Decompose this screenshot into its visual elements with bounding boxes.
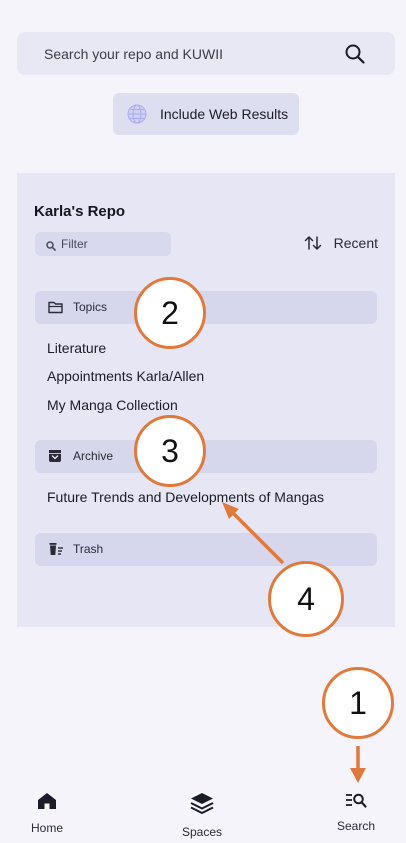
nav-spaces[interactable]: Spaces [176, 792, 228, 839]
nav-home-label: Home [30, 821, 63, 835]
callout-2: 2 [134, 277, 206, 349]
layers-icon [190, 793, 214, 818]
sort-label: Recent [333, 235, 378, 251]
bottom-nav: Home Spaces Search [0, 780, 406, 843]
globe-icon [127, 104, 147, 129]
section-topics[interactable]: Topics [35, 291, 377, 324]
home-icon [37, 793, 57, 814]
list-item[interactable]: My Manga Collection [47, 397, 178, 413]
archive-icon [48, 449, 62, 468]
list-item[interactable]: Literature [47, 340, 106, 356]
nav-home[interactable]: Home [27, 792, 67, 835]
section-archive-label: Archive [73, 449, 114, 463]
section-archive[interactable]: Archive [35, 440, 377, 473]
nav-spaces-label: Spaces [181, 825, 223, 839]
section-topics-label: Topics [73, 300, 108, 314]
trash-icon [48, 542, 64, 561]
repo-title: Karla's Repo [34, 203, 126, 220]
filter-input[interactable]: Filter [35, 232, 171, 256]
filter-placeholder: Filter [61, 237, 88, 251]
section-trash[interactable]: Trash [35, 533, 377, 566]
sort-arrows-icon [304, 235, 322, 254]
search-bar[interactable]: Search your repo and KUWII [17, 32, 395, 75]
folder-icon [48, 300, 64, 319]
include-web-results-label: Include Web Results [160, 106, 289, 122]
search-icon[interactable] [345, 44, 365, 69]
callout-4: 4 [268, 561, 344, 637]
list-item[interactable]: Appointments Karla/Allen [47, 368, 204, 384]
section-trash-label: Trash [73, 542, 104, 556]
search-list-icon [345, 793, 367, 812]
filter-search-icon [46, 238, 56, 256]
callout-1: 1 [322, 667, 394, 739]
nav-search[interactable]: Search [334, 792, 378, 833]
list-item[interactable]: Future Trends and Developments of Mangas [47, 489, 324, 505]
sort-button[interactable]: Recent [304, 235, 378, 251]
callout-3: 3 [134, 415, 206, 487]
nav-search-label: Search [336, 819, 376, 833]
include-web-results-button[interactable]: Include Web Results [113, 93, 299, 135]
repo-panel: Karla's Repo Filter Recent Topics Litera… [17, 173, 395, 627]
search-input[interactable]: Search your repo and KUWII [44, 46, 223, 62]
